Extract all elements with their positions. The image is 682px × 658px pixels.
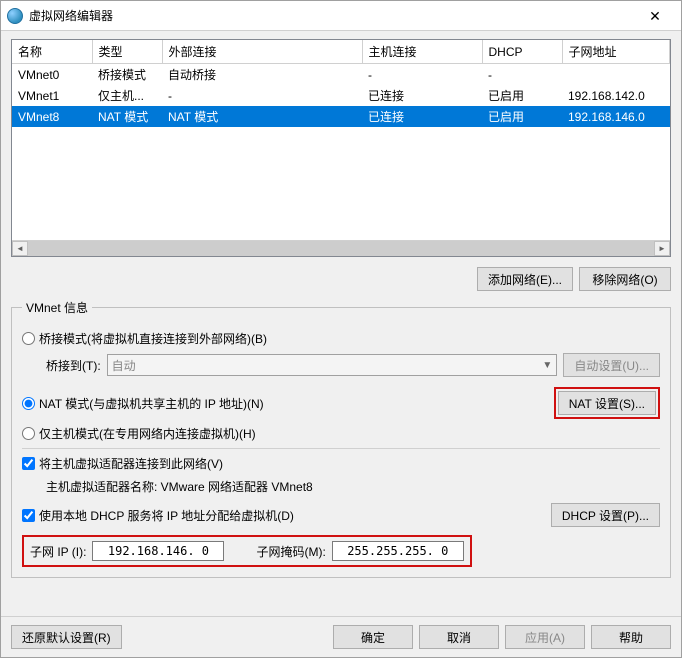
nat-settings-highlight: NAT 设置(S)... xyxy=(554,387,660,419)
chevron-down-icon: ▼ xyxy=(542,360,552,371)
nat-settings-button[interactable]: NAT 设置(S)... xyxy=(558,391,656,415)
remove-network-button[interactable]: 移除网络(O) xyxy=(579,267,671,291)
scroll-left-icon[interactable]: ◄ xyxy=(12,241,28,256)
radio-nat[interactable] xyxy=(22,397,35,410)
cell-ext: NAT 模式 xyxy=(162,106,362,127)
cell-type: 仅主机... xyxy=(92,85,162,106)
vmnet-table: 名称 类型 外部连接 主机连接 DHCP 子网地址 VMnet0桥接模式自动桥 xyxy=(11,39,671,257)
cell-name: VMnet0 xyxy=(12,64,92,85)
col-ext[interactable]: 外部连接 xyxy=(162,40,362,64)
help-button[interactable]: 帮助 xyxy=(591,625,671,649)
subnet-mask-label: 子网掩码(M): xyxy=(256,543,325,560)
cell-type: NAT 模式 xyxy=(92,106,162,127)
check-host-adapter[interactable] xyxy=(22,457,35,470)
cell-host: 已连接 xyxy=(362,106,482,127)
col-dhcp[interactable]: DHCP xyxy=(482,40,562,64)
cell-ext: 自动桥接 xyxy=(162,64,362,85)
window-title: 虚拟网络编辑器 xyxy=(29,7,635,24)
restore-defaults-button[interactable]: 还原默认设置(R) xyxy=(11,625,122,649)
check-dhcp-label: 使用本地 DHCP 服务将 IP 地址分配给虚拟机(D) xyxy=(39,507,294,524)
col-type[interactable]: 类型 xyxy=(92,40,162,64)
radio-hostonly[interactable] xyxy=(22,427,35,440)
radio-bridge[interactable] xyxy=(22,332,35,345)
cell-dhcp: 已启用 xyxy=(482,85,562,106)
cell-type: 桥接模式 xyxy=(92,64,162,85)
apply-button[interactable]: 应用(A) xyxy=(505,625,585,649)
cell-name: VMnet1 xyxy=(12,85,92,106)
dhcp-settings-button[interactable]: DHCP 设置(P)... xyxy=(551,503,660,527)
bridge-to-combo[interactable]: 自动 ▼ xyxy=(107,354,558,376)
check-host-adapter-label: 将主机虚拟适配器连接到此网络(V) xyxy=(39,455,223,472)
close-button[interactable]: ✕ xyxy=(635,2,675,30)
cell-ext: - xyxy=(162,85,362,106)
col-name[interactable]: 名称 xyxy=(12,40,92,64)
table-row[interactable]: VMnet0桥接模式自动桥接-- xyxy=(12,64,670,85)
cell-subnet: 192.168.142.0 xyxy=(562,85,670,106)
radio-bridge-label: 桥接模式(将虚拟机直接连接到外部网络)(B) xyxy=(39,330,267,347)
subnet-mask-input[interactable] xyxy=(332,541,464,561)
group-legend: VMnet 信息 xyxy=(22,299,92,316)
subnet-row-highlight: 子网 IP (I): 子网掩码(M): xyxy=(22,535,472,567)
cell-dhcp: - xyxy=(482,64,562,85)
dialog-footer: 还原默认设置(R) 确定 取消 应用(A) 帮助 xyxy=(1,616,681,657)
scroll-right-icon[interactable]: ► xyxy=(654,241,670,256)
cancel-button[interactable]: 取消 xyxy=(419,625,499,649)
cell-subnet xyxy=(562,64,670,85)
vmnet-info-group: VMnet 信息 桥接模式(将虚拟机直接连接到外部网络)(B) 桥接到(T): … xyxy=(11,299,671,578)
ok-button[interactable]: 确定 xyxy=(333,625,413,649)
table-row[interactable]: VMnet1仅主机...-已连接已启用192.168.142.0 xyxy=(12,85,670,106)
col-sub[interactable]: 子网地址 xyxy=(562,40,670,64)
adapter-name-text: 主机虚拟适配器名称: VMware 网络适配器 VMnet8 xyxy=(46,478,660,495)
titlebar: 虚拟网络编辑器 ✕ xyxy=(1,1,681,31)
app-icon xyxy=(7,8,23,24)
bridge-to-label: 桥接到(T): xyxy=(46,357,101,374)
cell-host: 已连接 xyxy=(362,85,482,106)
cell-dhcp: 已启用 xyxy=(482,106,562,127)
cell-name: VMnet8 xyxy=(12,106,92,127)
table-row[interactable]: VMnet8NAT 模式NAT 模式已连接已启用192.168.146.0 xyxy=(12,106,670,127)
check-dhcp[interactable] xyxy=(22,509,35,522)
subnet-ip-label: 子网 IP (I): xyxy=(30,543,86,560)
radio-hostonly-label: 仅主机模式(在专用网络内连接虚拟机)(H) xyxy=(39,425,256,442)
cell-subnet: 192.168.146.0 xyxy=(562,106,670,127)
auto-config-button[interactable]: 自动设置(U)... xyxy=(563,353,660,377)
horizontal-scrollbar[interactable]: ◄ ► xyxy=(12,240,670,256)
subnet-ip-input[interactable] xyxy=(92,541,224,561)
cell-host: - xyxy=(362,64,482,85)
add-network-button[interactable]: 添加网络(E)... xyxy=(477,267,573,291)
col-host[interactable]: 主机连接 xyxy=(362,40,482,64)
bridge-to-value: 自动 xyxy=(112,357,136,374)
radio-nat-label: NAT 模式(与虚拟机共享主机的 IP 地址)(N) xyxy=(39,395,264,412)
table-header: 名称 类型 外部连接 主机连接 DHCP 子网地址 xyxy=(12,40,670,64)
